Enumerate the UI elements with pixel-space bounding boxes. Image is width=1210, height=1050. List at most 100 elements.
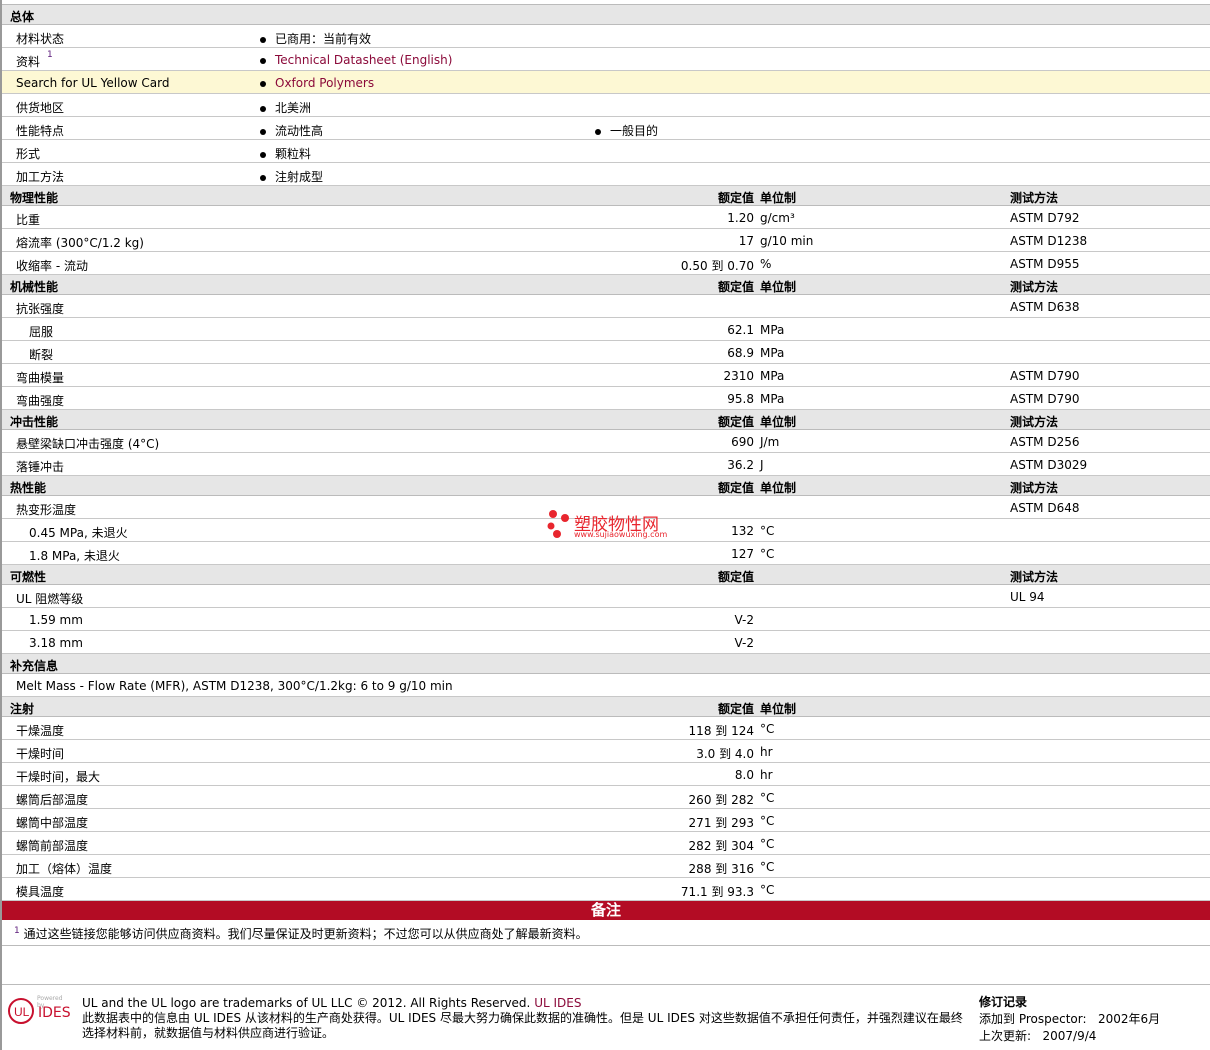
property-label: 螺筒中部温度	[16, 816, 89, 830]
section-title: 注射	[10, 702, 35, 716]
general-row: 形式 颗粒料	[2, 140, 1210, 163]
bullet-icon	[595, 128, 601, 135]
value-header: 额定值	[717, 280, 754, 294]
method-header: 测试方法	[1010, 570, 1059, 584]
property-label: 比重	[16, 213, 41, 227]
property-label: 干燥时间，最大	[16, 770, 101, 784]
property-label: 落锤冲击	[16, 460, 65, 474]
property-row: 熔流率 (300°C/1.2 kg) 17 g/10 min ASTM D1238	[2, 229, 1210, 252]
test-method: ASTM D256	[1010, 435, 1080, 449]
updated-label: 上次更新:	[979, 1029, 1032, 1043]
footer: UL Powered by IDES UL and the UL logo ar…	[2, 985, 1210, 1050]
ul-ides-logo: UL Powered by IDES	[7, 995, 71, 1027]
property-row: 模具温度 71.1 到 93.3 °C	[2, 878, 1210, 901]
item-text: 流动性高	[275, 124, 324, 138]
item-link[interactable]: Technical Datasheet (English)	[275, 53, 452, 67]
test-method: ASTM D790	[1010, 369, 1080, 383]
property-row: UL 阻燃等级 UL 94	[2, 585, 1210, 608]
unit-header: 单位制	[760, 191, 797, 205]
property-label: 1.8 MPa, 未退火	[29, 549, 120, 563]
property-unit: MPa	[760, 346, 785, 360]
row-label[interactable]: Search for UL Yellow Card	[16, 76, 169, 90]
spacer	[2, 946, 1210, 985]
property-row: 螺筒前部温度 282 到 304 °C	[2, 832, 1210, 855]
property-unit: °C	[760, 883, 775, 897]
property-unit: J	[760, 458, 764, 472]
property-unit: °C	[760, 722, 775, 736]
property-unit: °C	[760, 837, 775, 851]
bullet-item[interactable]: Technical Datasheet (English)	[260, 53, 452, 67]
section-header: 物理性能 额定值 单位制 测试方法	[2, 186, 1210, 206]
svg-text:UL: UL	[14, 1005, 30, 1019]
unit-header: 单位制	[760, 280, 797, 294]
property-unit: %	[760, 257, 772, 271]
bullet-item[interactable]: Oxford Polymers	[260, 76, 374, 90]
section-title: 冲击性能	[10, 415, 59, 429]
property-sections: 物理性能 额定值 单位制 测试方法 比重 1.20 g/cm³ ASTM D792 熔流率 (3…	[2, 186, 1210, 901]
item-link[interactable]: Oxford Polymers	[275, 76, 374, 90]
added-value: 2002年6月	[1097, 1012, 1161, 1026]
row-label: 资料	[16, 55, 41, 69]
section-title: 总体	[10, 10, 35, 24]
property-value: V-2	[734, 613, 754, 627]
property-row: 加工（熔体）温度 288 到 316 °C	[2, 855, 1210, 878]
property-unit: hr	[760, 768, 773, 782]
item-text: 北美洲	[275, 101, 312, 115]
section-header: 机械性能 额定值 单位制 测试方法	[2, 275, 1210, 295]
property-value: 690	[731, 435, 754, 449]
property-row: 1.8 MPa, 未退火 127 °C	[2, 542, 1210, 565]
test-method: ASTM D792	[1010, 211, 1080, 225]
method-header: 测试方法	[1010, 280, 1059, 294]
general-row[interactable]: Search for UL Yellow Card Oxford Polymers	[2, 71, 1210, 94]
value-header: 额定值	[717, 415, 754, 429]
test-method: ASTM D1238	[1010, 234, 1088, 248]
property-label: 抗张强度	[16, 302, 65, 316]
property-label: 3.18 mm	[29, 636, 83, 650]
ul-ides-link[interactable]: UL IDES	[534, 996, 581, 1010]
property-value: 132	[731, 524, 754, 538]
property-unit: °C	[760, 814, 775, 828]
unit-header: 单位制	[760, 415, 797, 429]
property-label: 收缩率 - 流动	[16, 259, 88, 273]
bullet-item: 已商用：当前有效	[260, 30, 371, 47]
bullet-item: 一般目的	[595, 122, 658, 139]
section-title: 热性能	[10, 481, 47, 495]
value-header: 额定值	[717, 570, 754, 584]
value-header: 额定值	[717, 702, 754, 716]
property-label: 弯曲强度	[16, 394, 65, 408]
property-unit: MPa	[760, 392, 785, 406]
method-header: 测试方法	[1010, 481, 1059, 495]
section-header: 热性能 额定值 单位制 测试方法	[2, 476, 1210, 496]
item-text: 颗粒料	[275, 147, 312, 161]
property-value: 118 到 124	[688, 724, 754, 738]
property-unit: J/m	[760, 435, 780, 449]
property-value: 1.20	[727, 211, 754, 225]
section-title: 机械性能	[10, 280, 59, 294]
property-label: 弯曲模量	[16, 371, 65, 385]
bullet-icon	[260, 151, 266, 158]
bullet-icon	[260, 80, 266, 87]
property-label: 屈服	[29, 325, 54, 339]
property-unit: hr	[760, 745, 773, 759]
test-method: ASTM D648	[1010, 501, 1080, 515]
test-method: ASTM D790	[1010, 392, 1080, 406]
general-row: 性能特点 流动性高 一般目的	[2, 117, 1210, 140]
bullet-item: 注射成型	[260, 168, 323, 185]
property-value: 0.50 到 0.70	[680, 259, 754, 273]
bullet-item: 北美洲	[260, 99, 311, 116]
property-unit: g/10 min	[760, 234, 814, 248]
property-value: 95.8	[727, 392, 754, 406]
property-label: 断裂	[29, 348, 54, 362]
property-row: 收缩率 - 流动 0.50 到 0.70% ASTM D955	[2, 252, 1210, 275]
bullet-icon	[260, 105, 266, 112]
updated-value: 2007/9/4	[1042, 1029, 1097, 1043]
row-label: 材料状态	[16, 32, 65, 46]
row-label: 性能特点	[16, 124, 65, 138]
general-row: 材料状态 已商用：当前有效	[2, 25, 1210, 48]
section-title: 物理性能	[10, 191, 59, 205]
test-method: UL 94	[1010, 590, 1045, 604]
property-value: 288 到 316	[688, 862, 754, 876]
property-value: 2310	[723, 369, 754, 383]
disclaimer-text: 此数据表中的信息由 UL IDES 从该材料的生产商处获得。UL IDES 尽最…	[82, 1011, 963, 1040]
row-label: 形式	[16, 147, 41, 161]
